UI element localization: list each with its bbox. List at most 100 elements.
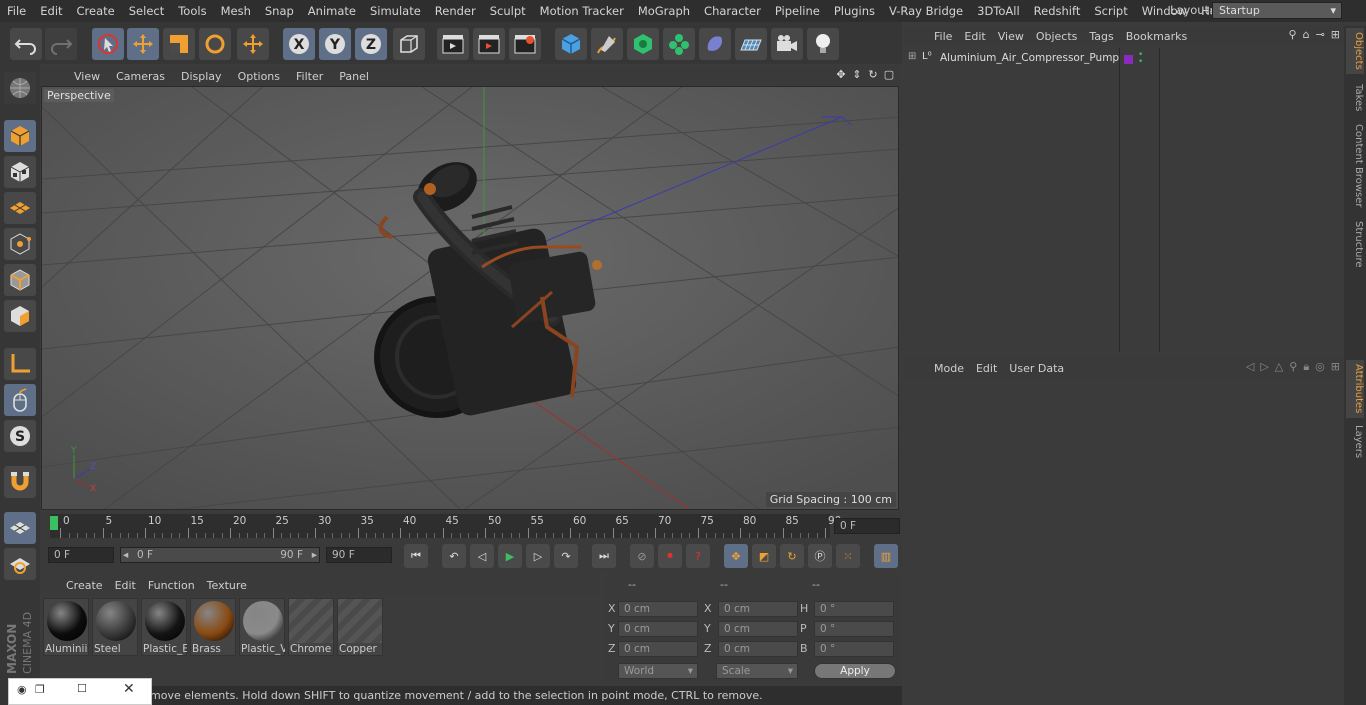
timeline-ruler[interactable]: 051015202530354045505560657075808590 — [40, 512, 902, 540]
y-axis-lock-button[interactable]: Y — [319, 28, 351, 60]
menu-3dtoall[interactable]: 3DToAll — [970, 0, 1027, 22]
tweak-mode-button[interactable] — [4, 384, 36, 416]
menu-animate[interactable]: Animate — [301, 0, 363, 22]
attribute-menu-edit[interactable]: Edit — [970, 362, 1003, 375]
previous-keyframe-button[interactable]: ↶ — [442, 544, 466, 568]
maximize-icon[interactable]: ☐ — [77, 682, 87, 695]
make-editable-button[interactable] — [4, 72, 36, 104]
viewport-menu-cameras[interactable]: Cameras — [108, 70, 173, 83]
maximize-view-icon[interactable]: ▢ — [882, 68, 896, 84]
material-menu-function[interactable]: Function — [142, 579, 201, 592]
workplane-mode-button[interactable] — [4, 192, 36, 224]
viewport-menu-view[interactable]: View — [66, 70, 108, 83]
coordinate-system-button[interactable] — [393, 28, 425, 60]
go-to-start-button[interactable]: ⏮ — [404, 544, 428, 568]
render-view-button[interactable] — [437, 28, 469, 60]
app-icon[interactable]: ◉ — [17, 683, 27, 696]
attribute-menu-user-data[interactable]: User Data — [1003, 362, 1070, 375]
pen-spline-button[interactable] — [591, 28, 623, 60]
menu-tools[interactable]: Tools — [171, 0, 213, 22]
menu-mograph[interactable]: MoGraph — [631, 0, 697, 22]
menu-motion-tracker[interactable]: Motion Tracker — [533, 0, 631, 22]
next-frame-button[interactable]: ▷ — [526, 544, 550, 568]
next-keyframe-button[interactable]: ↷ — [554, 544, 578, 568]
dolly-icon[interactable]: ⇕ — [850, 68, 864, 84]
tab-structure[interactable]: Structure — [1346, 218, 1364, 270]
menu-plugins[interactable]: Plugins — [827, 0, 882, 22]
object-row[interactable]: ⊞ L⁰ Aluminium_Air_Compressor_Pump — [904, 50, 1120, 68]
attribute-menu-mode[interactable]: Mode — [928, 362, 970, 375]
coord-value-field[interactable]: 0 cm — [718, 621, 798, 637]
coord-value-field[interactable]: 0 ° — [814, 641, 894, 657]
move-tool-button[interactable] — [127, 28, 159, 60]
home-icon[interactable]: ⌂ — [1303, 28, 1310, 41]
previous-frame-button[interactable]: ◁ — [470, 544, 494, 568]
menu-pipeline[interactable]: Pipeline — [768, 0, 827, 22]
object-menu-objects[interactable]: Objects — [1030, 30, 1084, 43]
end-frame-field[interactable]: 90 F — [326, 547, 392, 563]
viewport-menu-filter[interactable]: Filter — [288, 70, 331, 83]
autokey-button[interactable]: ⏺ — [658, 544, 682, 568]
viewport-menu-panel[interactable]: Panel — [331, 70, 377, 83]
enable-axis-button[interactable] — [4, 348, 36, 380]
visibility-dots-icon[interactable]: • • — [1138, 51, 1143, 67]
forward-arrow-icon[interactable]: ▷ — [1260, 360, 1268, 374]
coord-value-field[interactable]: 0 ° — [814, 621, 894, 637]
tab-content-browser[interactable]: Content Browser — [1346, 122, 1364, 210]
expand-plus-icon[interactable]: ⊞ — [908, 51, 916, 62]
points-mode-button[interactable] — [4, 228, 36, 260]
light-button[interactable] — [807, 28, 839, 60]
search-icon[interactable]: ⚲ — [1289, 28, 1297, 41]
world-select[interactable]: World ▾ — [618, 663, 698, 679]
key-rotation-button[interactable]: ↻ — [780, 544, 804, 568]
material-swatch[interactable]: Chrome — [288, 598, 334, 656]
live-selection-button[interactable] — [92, 28, 124, 60]
menu-file[interactable]: File — [0, 0, 33, 22]
object-menu-tags[interactable]: Tags — [1083, 30, 1119, 43]
subdivision-surface-button[interactable] — [627, 28, 659, 60]
frame-ruler[interactable]: 051015202530354045505560657075808590 — [50, 514, 841, 538]
coord-value-field[interactable]: 0 cm — [718, 641, 798, 657]
scale-tool-button[interactable] — [163, 28, 195, 60]
material-swatch[interactable]: Aluminii — [43, 598, 89, 656]
menu-create[interactable]: Create — [70, 0, 122, 22]
key-scale-button[interactable]: ◩ — [752, 544, 776, 568]
layer-color-tag[interactable] — [1124, 55, 1133, 64]
play-button[interactable]: ▶ — [498, 544, 522, 568]
coord-value-field[interactable]: 0 cm — [618, 641, 698, 657]
floor-button[interactable] — [735, 28, 767, 60]
material-swatch[interactable]: Plastic_E — [141, 598, 187, 656]
menu-script[interactable]: Script — [1087, 0, 1134, 22]
tab-attributes[interactable]: Attributes — [1346, 360, 1364, 418]
coord-value-field[interactable]: 0 ° — [814, 601, 894, 617]
menu-redshift[interactable]: Redshift — [1027, 0, 1088, 22]
new-window-icon[interactable]: ⊞ — [1331, 28, 1340, 41]
cube-primitive-button[interactable] — [555, 28, 587, 60]
material-menu-edit[interactable]: Edit — [109, 579, 142, 592]
material-swatch[interactable]: Copper — [337, 598, 383, 656]
coord-value-field[interactable]: 0 cm — [618, 621, 698, 637]
redo-button[interactable] — [45, 28, 77, 60]
menu-select[interactable]: Select — [122, 0, 171, 22]
record-position-button[interactable]: ⊘ — [630, 544, 654, 568]
cloner-button[interactable] — [663, 28, 695, 60]
start-frame-field[interactable]: 0 F — [48, 547, 114, 563]
model-mode-button[interactable] — [4, 120, 36, 152]
coord-value-field[interactable]: 0 cm — [618, 601, 698, 617]
close-icon[interactable]: ✕ — [123, 681, 135, 697]
render-picture-viewer-button[interactable] — [473, 28, 505, 60]
material-menu-texture[interactable]: Texture — [201, 579, 253, 592]
transform-tool-button[interactable] — [237, 28, 269, 60]
orbit-icon[interactable]: ↻ — [866, 68, 880, 84]
object-menu-view[interactable]: View — [992, 30, 1030, 43]
apply-button[interactable]: Apply — [814, 663, 896, 679]
lock-icon[interactable]: 🔒︎ — [1303, 360, 1309, 374]
solo-button[interactable]: S — [4, 420, 36, 452]
go-to-end-button[interactable]: ⏭ — [592, 544, 616, 568]
tab-layers[interactable]: Layers — [1346, 424, 1364, 460]
menu-simulate[interactable]: Simulate — [363, 0, 428, 22]
key-position-button[interactable]: ✥ — [724, 544, 748, 568]
polygons-mode-button[interactable] — [4, 300, 36, 332]
menu-snap[interactable]: Snap — [258, 0, 301, 22]
search-icon[interactable]: ⚲ — [1289, 360, 1297, 374]
